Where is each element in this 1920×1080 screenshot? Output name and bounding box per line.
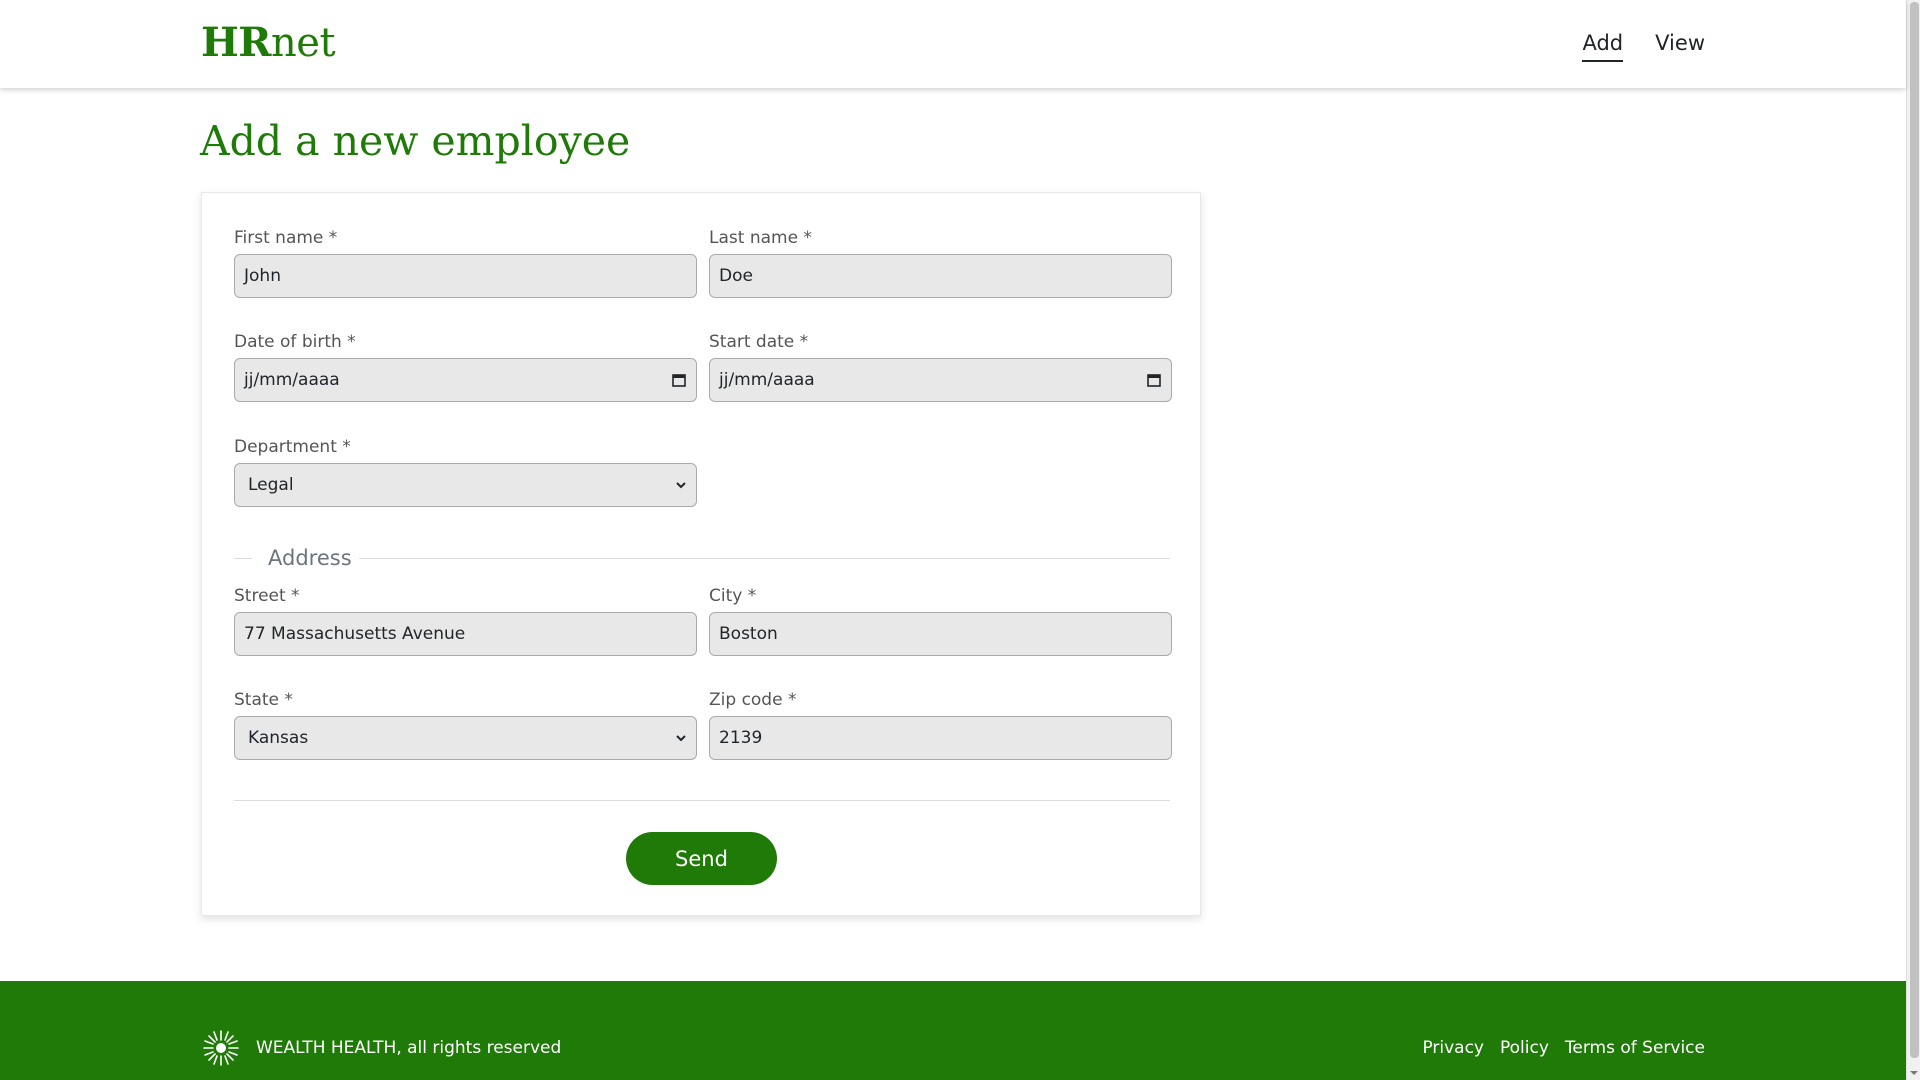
city-label: City * bbox=[709, 586, 757, 606]
footer-link-terms[interactable]: Terms of Service bbox=[1565, 1037, 1705, 1059]
legend-line-right bbox=[359, 558, 1170, 559]
street-input[interactable]: 77 Massachusetts Avenue bbox=[234, 612, 697, 656]
first-name-field: First name * John bbox=[234, 227, 697, 298]
address-legend-text: Address bbox=[268, 546, 352, 570]
city-input[interactable]: Boston bbox=[709, 612, 1172, 656]
zip-code-input[interactable]: 2139 bbox=[709, 716, 1172, 760]
send-button[interactable]: Send bbox=[626, 832, 777, 885]
last-name-label: Last name * bbox=[709, 228, 812, 248]
start-date-label: Start date * bbox=[709, 332, 809, 352]
footer-links: Privacy Policy Terms of Service bbox=[1422, 1037, 1705, 1059]
calendar-icon[interactable] bbox=[671, 372, 687, 388]
first-name-input[interactable]: John bbox=[234, 254, 697, 298]
department-select[interactable]: Legal bbox=[234, 463, 697, 507]
nav-add-link[interactable]: Add bbox=[1582, 29, 1624, 62]
department-field: Department * Legal bbox=[234, 436, 697, 507]
city-value: Boston bbox=[719, 624, 778, 644]
main-nav: Add View bbox=[1582, 29, 1705, 62]
state-label: State * bbox=[234, 690, 293, 710]
last-name-field: Last name * Doe bbox=[709, 227, 1172, 298]
footer-link-policy[interactable]: Policy bbox=[1500, 1037, 1549, 1059]
department-value: Legal bbox=[248, 475, 294, 495]
department-label: Department * bbox=[234, 437, 351, 457]
logo-rest-text: net bbox=[271, 20, 336, 66]
start-date-field: Start date * jj/mm/aaaa bbox=[709, 331, 1172, 402]
logo-bold-text: HR bbox=[201, 19, 272, 66]
page-title: Add a new employee bbox=[200, 117, 631, 165]
city-field: City * Boston bbox=[709, 585, 1172, 656]
footer: WEALTH HEALTH, all rights reserved Priva… bbox=[0, 981, 1906, 1080]
address-fieldset-legend: Address bbox=[234, 544, 1170, 572]
state-field: State * Kansas bbox=[234, 689, 697, 760]
scrollbar-thumb[interactable] bbox=[1910, 2, 1919, 1058]
footer-copyright: WEALTH HEALTH, all rights reserved bbox=[256, 1038, 562, 1058]
page: HRnet Add View Add a new employee First … bbox=[0, 0, 1906, 1080]
legend-line-left bbox=[234, 558, 252, 559]
zip-code-value: 2139 bbox=[719, 728, 763, 748]
chevron-down-icon bbox=[675, 479, 687, 491]
zip-code-label: Zip code * bbox=[709, 690, 797, 710]
vertical-scrollbar[interactable] bbox=[1906, 0, 1920, 1080]
last-name-input[interactable]: Doe bbox=[709, 254, 1172, 298]
footer-link-privacy[interactable]: Privacy bbox=[1422, 1037, 1484, 1059]
date-of-birth-input[interactable]: jj/mm/aaaa bbox=[234, 358, 697, 402]
state-select[interactable]: Kansas bbox=[234, 716, 697, 760]
top-header: HRnet Add View bbox=[0, 0, 1906, 88]
date-of-birth-label: Date of birth * bbox=[234, 332, 356, 352]
employee-form: First name * John Last name * Doe Date o… bbox=[201, 192, 1201, 916]
hrnet-logo[interactable]: HRnet bbox=[201, 18, 336, 68]
first-name-value: John bbox=[244, 266, 281, 286]
first-name-label: First name * bbox=[234, 228, 338, 248]
start-date-input[interactable]: jj/mm/aaaa bbox=[709, 358, 1172, 402]
last-name-value: Doe bbox=[719, 266, 753, 286]
start-date-value: jj/mm/aaaa bbox=[719, 370, 815, 390]
street-value: 77 Massachusetts Avenue bbox=[244, 624, 466, 644]
street-label: Street * bbox=[234, 586, 300, 606]
form-divider bbox=[234, 800, 1170, 801]
state-value: Kansas bbox=[248, 728, 309, 748]
chevron-down-icon bbox=[675, 732, 687, 744]
calendar-icon[interactable] bbox=[1146, 372, 1162, 388]
nav-view-link[interactable]: View bbox=[1655, 29, 1705, 62]
scroll-down-arrow-icon[interactable] bbox=[1909, 1068, 1919, 1078]
starburst-logo-icon bbox=[201, 1028, 241, 1068]
street-field: Street * 77 Massachusetts Avenue bbox=[234, 585, 697, 656]
date-of-birth-field: Date of birth * jj/mm/aaaa bbox=[234, 331, 697, 402]
zip-code-field: Zip code * 2139 bbox=[709, 689, 1172, 760]
date-of-birth-value: jj/mm/aaaa bbox=[244, 370, 340, 390]
